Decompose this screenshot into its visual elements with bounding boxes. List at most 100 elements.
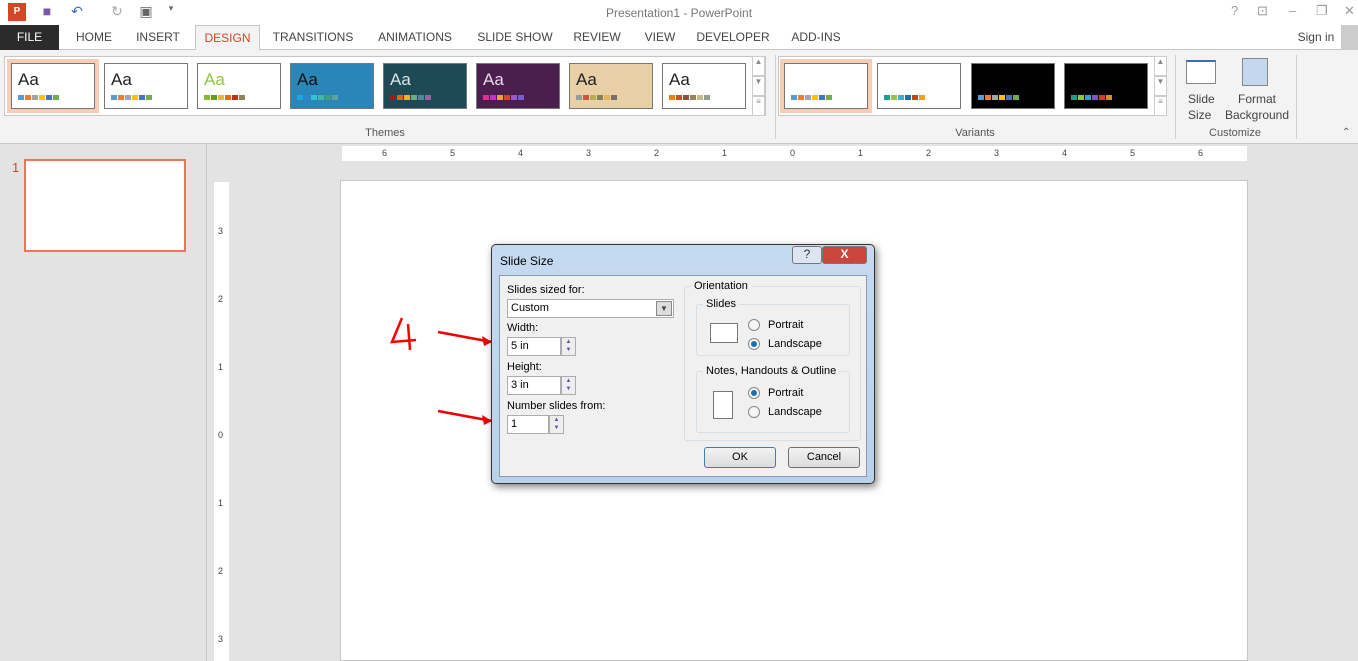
- tab-developer[interactable]: DEVELOPER: [692, 25, 774, 50]
- gallery-scroll-up[interactable]: ▲: [752, 56, 765, 76]
- minimize-icon[interactable]: –: [1289, 3, 1296, 18]
- variants-more[interactable]: ≡: [1154, 96, 1167, 116]
- gallery-scroll-down[interactable]: ▼: [752, 76, 765, 96]
- notes-landscape-label[interactable]: Landscape: [768, 406, 822, 418]
- variants-scroll-down[interactable]: ▼: [1154, 76, 1167, 96]
- theme-sample-text: Aa: [111, 70, 132, 89]
- color-swatch: [118, 95, 124, 100]
- theme-thumbnail-5[interactable]: Aa: [383, 63, 467, 109]
- notes-landscape-radio[interactable]: [748, 406, 760, 418]
- number-from-field[interactable]: 1: [507, 415, 549, 434]
- theme-thumbnail-2[interactable]: Aa: [104, 63, 188, 109]
- landscape-page-icon: [710, 323, 738, 343]
- format-background-button[interactable]: Format Background: [1222, 56, 1292, 126]
- tab-transitions[interactable]: TRANSITIONS: [268, 25, 358, 50]
- divider: [1175, 55, 1176, 139]
- tab-slide-show[interactable]: SLIDE SHOW: [472, 25, 558, 50]
- color-swatch: [978, 95, 984, 100]
- tab-review[interactable]: REVIEW: [568, 25, 626, 50]
- tab-add-ins[interactable]: ADD-INS: [784, 25, 848, 50]
- theme-thumbnail-7[interactable]: Aa: [569, 63, 653, 109]
- notes-portrait-radio[interactable]: [748, 387, 760, 399]
- color-swatch: [992, 95, 998, 100]
- ribbon-display-icon[interactable]: ⊡: [1257, 3, 1268, 19]
- theme-thumbnail-6[interactable]: Aa: [476, 63, 560, 109]
- theme-thumbnail-4[interactable]: Aa: [290, 63, 374, 109]
- tab-home[interactable]: HOME: [66, 25, 122, 50]
- slide-size-dialog: Slide Size ? X Slides sized for: Custom …: [491, 244, 875, 484]
- variant-thumbnail-4[interactable]: [1064, 63, 1148, 109]
- sized-for-select[interactable]: Custom: [507, 299, 674, 318]
- orientation-label: Orientation: [694, 280, 748, 292]
- slides-landscape-radio[interactable]: [748, 338, 760, 350]
- height-field[interactable]: 3 in: [507, 376, 561, 395]
- slide-size-button[interactable]: Slide Size: [1180, 56, 1226, 126]
- color-swatch: [111, 95, 117, 100]
- help-icon[interactable]: ?: [1231, 3, 1238, 18]
- variant-thumbnail-3[interactable]: [971, 63, 1055, 109]
- color-swatch: [985, 95, 991, 100]
- variant-thumbnail-1[interactable]: [780, 59, 872, 113]
- theme-sample-text: Aa: [669, 70, 690, 89]
- ok-button[interactable]: OK: [704, 447, 776, 468]
- width-field[interactable]: 5 in: [507, 337, 561, 356]
- color-swatch: [297, 95, 303, 100]
- color-swatch: [418, 95, 424, 100]
- chevron-down-icon[interactable]: ▼: [656, 301, 672, 316]
- notes-portrait-label[interactable]: Portrait: [768, 387, 803, 399]
- tab-file[interactable]: FILE: [0, 25, 59, 50]
- close-button[interactable]: X: [822, 246, 867, 264]
- height-stepper[interactable]: ▲ ▼: [561, 376, 576, 395]
- color-swatches: [791, 95, 832, 100]
- format-background-label: Format: [1237, 92, 1276, 106]
- slide-thumbnails-pane: 1: [0, 144, 207, 661]
- color-swatch: [18, 95, 24, 100]
- theme-thumbnail-8[interactable]: Aa: [662, 63, 746, 109]
- variant-thumbnail-2[interactable]: [877, 63, 961, 109]
- close-icon[interactable]: ✕: [1344, 3, 1355, 19]
- ruler-tick-label: 5: [450, 148, 456, 158]
- variants-scroll-up[interactable]: ▲: [1154, 56, 1167, 76]
- slides-portrait-label[interactable]: Portrait: [768, 319, 803, 331]
- theme-thumbnail-3[interactable]: Aa: [197, 63, 281, 109]
- color-swatch: [676, 95, 682, 100]
- color-swatches: [18, 95, 59, 100]
- color-swatch: [483, 95, 489, 100]
- color-swatches: [884, 95, 925, 100]
- slide-number: 1: [12, 160, 20, 175]
- variants-group-label: Variants: [955, 127, 995, 139]
- tab-view[interactable]: VIEW: [638, 25, 682, 50]
- slides-landscape-label[interactable]: Landscape: [768, 338, 822, 350]
- tab-animations[interactable]: ANIMATIONS: [370, 25, 460, 50]
- color-swatch: [146, 95, 152, 100]
- tab-design[interactable]: DESIGN: [195, 25, 260, 51]
- width-stepper[interactable]: ▲ ▼: [561, 337, 576, 356]
- sign-in-link[interactable]: Sign in: [1294, 25, 1338, 50]
- avatar[interactable]: [1341, 25, 1358, 50]
- help-button[interactable]: ?: [792, 246, 822, 264]
- ruler-tick-label: 1: [218, 498, 224, 508]
- portrait-page-icon: [713, 391, 733, 419]
- tab-insert[interactable]: INSERT: [130, 25, 186, 50]
- color-swatch: [132, 95, 138, 100]
- color-swatches: [669, 95, 710, 100]
- number-from-stepper[interactable]: ▲ ▼: [549, 415, 564, 434]
- collapse-ribbon-icon[interactable]: ⌃: [1342, 127, 1350, 138]
- dialog-body: Slides sized for: Custom ▼ Width: 5 in ▲…: [499, 275, 867, 477]
- theme-thumbnail-1[interactable]: Aa: [7, 59, 99, 113]
- color-swatch: [511, 95, 517, 100]
- color-swatch: [39, 95, 45, 100]
- slide-thumbnail[interactable]: [24, 159, 186, 252]
- color-swatch: [898, 95, 904, 100]
- restore-icon[interactable]: ❐: [1316, 3, 1328, 19]
- gallery-more[interactable]: ≡: [752, 96, 765, 116]
- color-swatch: [1071, 95, 1077, 100]
- color-swatch: [1013, 95, 1019, 100]
- color-swatch: [826, 95, 832, 100]
- slides-portrait-radio[interactable]: [748, 319, 760, 331]
- format-background-icon: [1242, 58, 1268, 86]
- cancel-button[interactable]: Cancel: [788, 447, 860, 468]
- color-swatch: [1078, 95, 1084, 100]
- color-swatch: [704, 95, 710, 100]
- color-swatch: [497, 95, 503, 100]
